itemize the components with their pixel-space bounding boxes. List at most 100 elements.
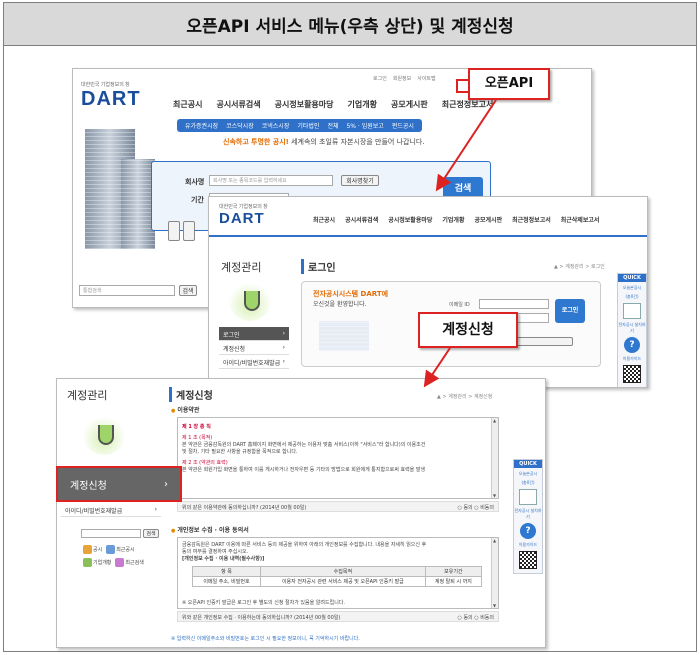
nav-item[interactable]: 기업개황: [348, 99, 377, 110]
quick-header: QUICK: [618, 274, 646, 282]
side-item-reissue[interactable]: 아이디/비밀번호재발급 ›: [219, 355, 289, 369]
side-item-reissue[interactable]: 아이디/비밀번호재발급 ›: [61, 503, 161, 517]
nav-item[interactable]: 공모게시판: [391, 99, 428, 110]
section-title: 계정신청: [169, 387, 213, 402]
install-icon[interactable]: [623, 303, 641, 319]
mini-links: 공시 최근공시 기업개황 최근검색: [83, 545, 163, 567]
flask-illustration: [229, 281, 271, 321]
logo-tagline: 대한민국 기업정보의 창: [219, 204, 268, 210]
help-icon[interactable]: ?: [520, 523, 536, 539]
subnav-item[interactable]: 펀드공시: [392, 121, 414, 130]
install-icon[interactable]: [519, 489, 537, 505]
nav-item[interactable]: 최근정정보고서: [512, 215, 551, 224]
mini-link[interactable]: 공시: [83, 545, 102, 554]
find-company-button[interactable]: 회사명찾기: [341, 175, 379, 186]
quick-install-label[interactable]: 전자공시 설치하기: [618, 322, 646, 334]
dart-logo[interactable]: 대한민국 기업정보의 창 DART: [219, 203, 268, 227]
email-input[interactable]: [479, 299, 549, 309]
main-nav: 최근공시 공시서류검색 공시정보활용마당 기업개황 공모게시판 최근정정보고서 …: [313, 215, 599, 224]
subnav-item[interactable]: 유가증권시장: [185, 121, 218, 130]
nav-item[interactable]: 최근공시: [173, 99, 202, 110]
quick-today-label[interactable]: 오늘본공시: [519, 471, 537, 477]
company-label: 회사명: [185, 178, 205, 186]
privacy-agree-text: 위와 같은 개인정보 수집 · 이용하는데 동의하십니까? (2014년 00월…: [182, 615, 341, 621]
breadcrumb: ▲ > 계정관리 > 계정신청: [437, 394, 493, 400]
nav-item[interactable]: 최근공시: [313, 215, 335, 224]
quick-header: QUICK: [514, 460, 542, 468]
subnav-item[interactable]: 5% · 임원보고: [346, 121, 383, 130]
privacy-heading: 개인정보 수집 · 이용 동의서: [171, 525, 248, 534]
side-menu: 로그인 › 계정신청 › 아이디/비밀번호재발급 ›: [219, 327, 289, 369]
company-input[interactable]: 회사명 또는 종목코드를 입력하세요: [209, 175, 333, 186]
nav-item[interactable]: 최근삭제보고서: [561, 215, 600, 224]
laptop-illustration: [319, 321, 369, 351]
nav-item[interactable]: 공시정보활용마당: [388, 215, 432, 224]
quick-install-label[interactable]: 전자공시 설치하기: [514, 508, 542, 520]
qr-code-icon: [519, 551, 537, 569]
terms-agree-text: 위의 같은 이용약관에 동의하십니까? (2014년 00월 00일): [182, 505, 307, 511]
sub-nav: 유가증권시장 코스닥시장 코넥스시장 기타법인 전체 5% · 임원보고 펀드공…: [177, 119, 422, 132]
slogan: 신속하고 투명한 공시! 세계속의 초일류 자본시장을 만들어 나갑니다.: [223, 138, 425, 146]
side-search-button[interactable]: 검색: [143, 529, 159, 538]
nav-item[interactable]: 공시정보활용마당: [275, 99, 334, 110]
main-nav: 최근공시 공시서류검색 공시정보활용마당 기업개황 공모게시판 최근정정보고서: [173, 99, 493, 110]
welcome-line-1: 전자공시시스템 DART에: [313, 290, 389, 298]
side-title: 계정관리: [221, 261, 262, 274]
account-request-callout: 계정신청: [418, 312, 518, 348]
nav-item[interactable]: 공시서류검색: [216, 99, 260, 110]
period-label: 기간: [191, 196, 204, 204]
login-button[interactable]: 로그인: [555, 299, 585, 323]
privacy-table: 항 목 수집목적 보유기간 이메일 주소, 비밀번호 이용자 전자공시 관련 서비스 …: [192, 566, 483, 587]
integrated-search-input[interactable]: 통합검색: [79, 285, 175, 296]
account-request-side-label: 계정신청: [70, 480, 107, 492]
dart-logo[interactable]: 대한민국 기업정보의 창 DART: [81, 81, 141, 111]
side-item-login[interactable]: 로그인 ›: [219, 327, 289, 341]
nav-item[interactable]: 공모게시판: [474, 215, 502, 224]
side-search-input[interactable]: [81, 529, 141, 538]
subnav-item[interactable]: 코스닥시장: [226, 121, 254, 130]
terms-agree-radios[interactable]: ○ 동의 ○ 비동의: [457, 504, 494, 511]
help-icon[interactable]: ?: [624, 337, 640, 353]
nav-item[interactable]: 최근정정보고서: [442, 99, 494, 110]
option-button[interactable]: [183, 221, 195, 241]
terms-heading: 이용약관: [171, 405, 199, 414]
privacy-scrollbar[interactable]: [491, 538, 498, 608]
top-links[interactable]: 로그인 회원정보 사이트맵: [373, 75, 436, 82]
quick-count: (총0건): [625, 294, 639, 299]
logo-tagline: 대한민국 기업정보의 창: [81, 82, 130, 88]
account-request-highlight[interactable]: 계정신청 ›: [56, 466, 182, 502]
mini-link[interactable]: 최근검색: [115, 558, 144, 567]
privacy-textbox[interactable]: 금융감독원은 DART 이용에 따른 서비스 등의 제공을 위하여 아래의 개인…: [177, 537, 499, 609]
subnav-item[interactable]: 코넥스시장: [262, 121, 290, 130]
quick-guide-label[interactable]: 이용가이드: [623, 356, 641, 362]
subnav-item[interactable]: 기타법인: [297, 121, 319, 130]
building-image: [121, 159, 155, 249]
quick-today-label[interactable]: 오늘본공시: [623, 285, 641, 291]
footnote: ※ 입력하신 이메일주소와 비밀번호는 로그인 시 필요한 정보이니, 꼭 기억…: [171, 636, 360, 642]
quick-panel: QUICK 오늘본공시 (총0건) 전자공시 설치하기 ? 이용가이드: [513, 459, 543, 574]
terms-scrollbar[interactable]: [491, 418, 498, 498]
breadcrumb: ▲ > 계정관리 > 로그인: [554, 264, 605, 270]
terms-textbox[interactable]: 제 1 장 총 칙 제 1 조 (목적) 본 약관은 금융감독원의 DART 홈…: [177, 417, 499, 499]
logo-text: DART: [219, 210, 265, 227]
quick-guide-label[interactable]: 이용가이드: [519, 542, 537, 548]
mini-link[interactable]: 최근공시: [106, 545, 135, 554]
quick-panel: QUICK 오늘본공시 (총0건) 전자공시 설치하기 ? 이용가이드: [617, 273, 647, 387]
id-label: 이메일 ID: [449, 302, 470, 308]
integrated-search-button[interactable]: 검색: [179, 285, 197, 296]
flask-illustration: [83, 415, 125, 455]
welcome-line-2: 오신것을 환영합니다.: [313, 301, 367, 308]
terms-agree-row: 위의 같은 이용약관에 동의하십니까? (2014년 00월 00일) ○ 동의…: [177, 501, 499, 512]
quick-count: (총0건): [521, 480, 535, 485]
logo-text: DART: [81, 88, 141, 110]
subnav-item[interactable]: 전체: [327, 121, 338, 130]
side-menu-next: 아이디/비밀번호재발급 ›: [61, 503, 161, 517]
mini-link[interactable]: 기업개황: [83, 558, 111, 567]
privacy-agree-radios[interactable]: ○ 동의 ○ 비동의: [457, 614, 494, 621]
login-screenshot: 대한민국 기업정보의 창 DART 최근공시 공시서류검색 공시정보활용마당 기…: [208, 196, 648, 388]
find-password-button[interactable]: [509, 337, 573, 346]
side-item-account-request[interactable]: 계정신청 ›: [219, 341, 289, 355]
nav-item[interactable]: 기업개황: [442, 215, 464, 224]
nav-item[interactable]: 공시서류검색: [345, 215, 378, 224]
option-button[interactable]: [168, 221, 180, 241]
